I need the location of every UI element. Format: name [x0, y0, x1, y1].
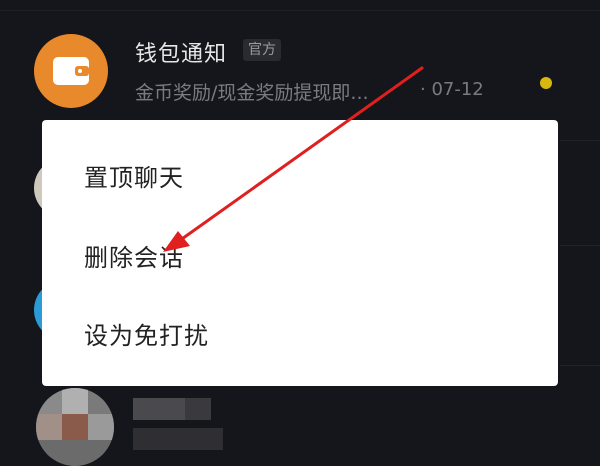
- conversation-row-wallet[interactable]: 钱包通知 官方 金币奖励/现金奖励提现即... · 07-12: [0, 12, 600, 124]
- conversation-preview: 金币奖励/现金奖励提现即...: [135, 82, 369, 104]
- context-menu: 置顶聊天 删除会话 设为免打扰: [42, 120, 558, 386]
- menu-item-do-not-disturb[interactable]: 设为免打扰: [42, 294, 558, 372]
- divider: [560, 245, 600, 246]
- conversation-title: 钱包通知: [135, 42, 228, 67]
- official-badge: 官方: [243, 39, 281, 61]
- unread-dot: [540, 77, 552, 89]
- conversation-time: · 07-12: [420, 79, 484, 100]
- wallet-icon: [53, 57, 89, 85]
- divider: [560, 365, 600, 366]
- blurred-avatar[interactable]: [36, 388, 114, 466]
- wallet-avatar: [34, 34, 108, 108]
- blurred-preview: [133, 428, 223, 450]
- divider: [0, 10, 600, 11]
- menu-item-delete-conversation[interactable]: 删除会话: [42, 216, 558, 294]
- blurred-name: [133, 398, 185, 420]
- menu-item-pin-chat[interactable]: 置顶聊天: [42, 136, 558, 214]
- divider: [560, 140, 600, 141]
- blurred-name: [185, 398, 211, 420]
